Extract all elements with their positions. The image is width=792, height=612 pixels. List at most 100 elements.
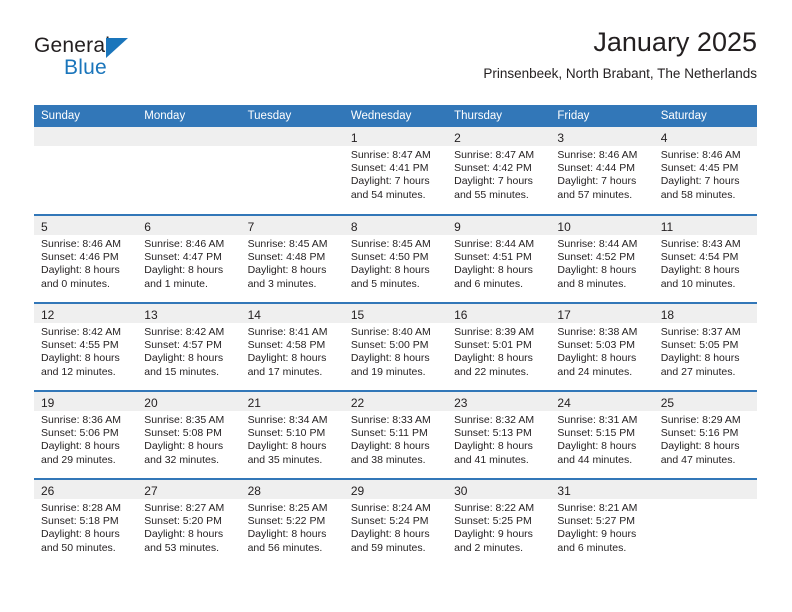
day-details: Sunrise: 8:22 AM Sunset: 5:25 PM Daylight:… [447,499,550,555]
day-cell-inner: 9 Sunrise: 8:44 AM Sunset: 4:51 PM Daylight… [447,216,551,302]
daylight-text-line1: Daylight: 8 hours [41,264,120,277]
sunset-text: Sunset: 5:15 PM [557,427,636,440]
calendar-day-cell[interactable]: 18 Sunrise: 8:37 AM Sunset: 5:05 PM Dayligh… [653,302,757,391]
day-number-band: 29 [343,480,448,499]
sunrise-text: Sunrise: 8:47 AM [454,149,535,161]
calendar-day-cell[interactable]: 7 Sunrise: 8:45 AM Sunset: 4:48 PM Daylight… [240,214,344,303]
calendar-day-cell[interactable]: 12 Sunrise: 8:42 AM Sunset: 4:55 PM Dayligh… [34,302,138,391]
calendar-day-cell[interactable]: 13 Sunrise: 8:42 AM Sunset: 4:57 PM Dayligh… [137,302,241,391]
daylight-text-line2: and 32 minutes. [144,453,219,466]
calendar-day-cell[interactable]: 16 Sunrise: 8:39 AM Sunset: 5:01 PM Dayligh… [447,302,551,391]
sunset-text: Sunset: 5:25 PM [454,515,532,528]
calendar-day-cell[interactable]: 11 Sunrise: 8:43 AM Sunset: 4:54 PM Dayligh… [653,214,757,303]
daylight-text-line2: and 24 minutes. [557,365,633,378]
day-cell-inner: 7 Sunrise: 8:45 AM Sunset: 4:48 PM Daylight… [240,216,344,302]
calendar-day-cell[interactable]: 24 Sunrise: 8:31 AM Sunset: 5:15 PM Dayligh… [550,390,654,479]
day-number: 5 [41,220,48,234]
calendar-day-cell[interactable]: 8 Sunrise: 8:45 AM Sunset: 4:50 PM Daylight… [343,214,448,303]
day-number: 9 [454,220,461,234]
calendar-day-cell[interactable]: 5 Sunrise: 8:46 AM Sunset: 4:46 PM Daylight… [34,214,138,303]
calendar-day-cell[interactable]: 21 Sunrise: 8:34 AM Sunset: 5:10 PM Dayligh… [240,390,344,479]
sunset-text: Sunset: 4:57 PM [144,339,222,352]
sunset-text: Sunset: 4:52 PM [557,251,636,264]
calendar-day-cell[interactable]: 1 Sunrise: 8:47 AM Sunset: 4:41 PM Daylight… [343,127,448,215]
calendar-day-cell[interactable]: 17 Sunrise: 8:38 AM Sunset: 5:03 PM Dayligh… [550,302,654,391]
sunrise-text: Sunrise: 8:46 AM [557,149,638,161]
day-cell-inner: 5 Sunrise: 8:46 AM Sunset: 4:46 PM Daylight… [34,216,138,302]
day-cell-inner: 10 Sunrise: 8:44 AM Sunset: 4:52 PM Dayligh… [550,216,654,302]
day-number: 18 [660,308,675,322]
calendar-day-cell[interactable]: 27 Sunrise: 8:27 AM Sunset: 5:20 PM Dayligh… [137,478,241,567]
calendar-day-cell[interactable]: 29 Sunrise: 8:24 AM Sunset: 5:24 PM Dayligh… [343,478,448,567]
day-number: 20 [144,396,158,410]
calendar-day-cell[interactable]: 30 Sunrise: 8:22 AM Sunset: 5:25 PM Dayligh… [447,478,551,567]
calendar-day-cell[interactable]: 6 Sunrise: 8:46 AM Sunset: 4:47 PM Daylight… [137,214,241,303]
day-number-band [240,127,344,146]
sunrise-text: Sunrise: 8:32 AM [454,414,535,426]
page-title: January 2025 [593,27,757,57]
day-cell-inner: 21 Sunrise: 8:34 AM Sunset: 5:10 PM Dayligh… [240,392,344,478]
day-number-band: 16 [447,304,551,323]
sunrise-text: Sunrise: 8:38 AM [557,326,638,338]
logo-text-general: General [34,34,111,57]
sunrise-text: Sunrise: 8:46 AM [41,238,121,250]
calendar-day-cell[interactable]: 3 Sunrise: 8:46 AM Sunset: 4:44 PM Daylight… [550,127,654,215]
daylight-text-line2: and 3 minutes. [247,277,317,290]
day-details: Sunrise: 8:38 AM Sunset: 5:03 PM Daylight:… [550,323,653,379]
calendar-day-cell[interactable]: 19 Sunrise: 8:36 AM Sunset: 5:06 PM Dayligh… [34,390,138,479]
daylight-text-line1: Daylight: 8 hours [247,528,327,541]
day-details: Sunrise: 8:46 AM Sunset: 4:44 PM Daylight:… [550,146,653,202]
daylight-text-line2: and 29 minutes. [41,453,116,466]
daylight-text-line1: Daylight: 9 hours [454,528,533,541]
calendar-day-cell[interactable]: 9 Sunrise: 8:44 AM Sunset: 4:51 PM Daylight… [447,214,551,303]
sunset-text: Sunset: 5:18 PM [41,515,119,528]
sunrise-text: Sunrise: 8:29 AM [660,414,741,426]
sunrise-text: Sunrise: 8:46 AM [660,149,741,161]
sunrise-text: Sunrise: 8:34 AM [247,414,328,426]
sunset-text: Sunset: 5:13 PM [454,427,532,440]
sunset-text: Sunset: 5:22 PM [247,515,326,528]
day-number-band: 14 [240,304,344,323]
daylight-text-line2: and 27 minutes. [660,365,736,378]
daylight-text-line2: and 59 minutes. [350,541,426,554]
calendar-day-cell[interactable]: 20 Sunrise: 8:35 AM Sunset: 5:08 PM Dayligh… [137,390,241,479]
calendar-day-cell[interactable]: 25 Sunrise: 8:29 AM Sunset: 5:16 PM Dayligh… [653,390,757,479]
triangle-icon [106,38,128,58]
day-details: Sunrise: 8:35 AM Sunset: 5:08 PM Daylight:… [137,411,240,467]
calendar-day-cell[interactable]: 10 Sunrise: 8:44 AM Sunset: 4:52 PM Dayligh… [550,214,654,303]
sunset-text: Sunset: 5:20 PM [144,515,222,528]
day-cell-inner: 30 Sunrise: 8:22 AM Sunset: 5:25 PM Dayligh… [447,480,551,567]
calendar-week-row: 12 Sunrise: 8:42 AM Sunset: 4:55 PM Dayligh… [34,302,757,391]
day-number-band: 3 [550,127,654,146]
day-details: Sunrise: 8:46 AM Sunset: 4:45 PM Daylight:… [654,146,757,202]
page-subtitle: Prinsenbeek, North Brabant, The Netherla… [483,66,757,81]
calendar-day-cell[interactable]: 26 Sunrise: 8:28 AM Sunset: 5:18 PM Dayligh… [34,478,138,567]
calendar-empty-cell [653,478,757,567]
calendar-day-cell[interactable]: 22 Sunrise: 8:33 AM Sunset: 5:11 PM Dayligh… [343,390,448,479]
day-details: Sunrise: 8:33 AM Sunset: 5:11 PM Daylight:… [344,411,447,467]
day-cell-inner: 20 Sunrise: 8:35 AM Sunset: 5:08 PM Dayligh… [137,392,241,478]
calendar-day-cell[interactable]: 2 Sunrise: 8:47 AM Sunset: 4:42 PM Daylight… [447,127,551,215]
daylight-text-line1: Daylight: 8 hours [144,352,224,365]
daylight-text-line2: and 54 minutes. [350,188,426,201]
calendar-day-cell[interactable]: 4 Sunrise: 8:46 AM Sunset: 4:45 PM Daylight… [653,127,757,215]
generalblue-logo[interactable]: General Blue [34,34,164,86]
day-number-band [653,480,757,499]
day-number-band: 17 [550,304,654,323]
calendar-day-cell[interactable]: 15 Sunrise: 8:40 AM Sunset: 5:00 PM Dayligh… [343,302,448,391]
calendar-empty-cell [137,127,241,215]
daylight-text-line1: Daylight: 8 hours [557,352,637,365]
day-cell-inner: 27 Sunrise: 8:27 AM Sunset: 5:20 PM Dayligh… [137,480,241,567]
day-number-band: 31 [550,480,654,499]
daylight-text-line1: Daylight: 8 hours [144,440,224,453]
day-details: Sunrise: 8:24 AM Sunset: 5:24 PM Daylight:… [344,499,447,555]
daylight-text-line1: Daylight: 8 hours [660,264,740,277]
calendar-day-cell[interactable]: 14 Sunrise: 8:41 AM Sunset: 4:58 PM Dayligh… [240,302,344,391]
calendar-day-cell[interactable]: 28 Sunrise: 8:25 AM Sunset: 5:22 PM Dayligh… [240,478,344,567]
calendar-day-cell[interactable]: 23 Sunrise: 8:32 AM Sunset: 5:13 PM Dayligh… [447,390,551,479]
day-number: 31 [557,484,571,498]
calendar-day-cell[interactable]: 31 Sunrise: 8:21 AM Sunset: 5:27 PM Dayligh… [550,478,654,567]
day-details: Sunrise: 8:42 AM Sunset: 4:55 PM Daylight:… [34,323,137,379]
sunrise-text: Sunrise: 8:28 AM [41,502,121,514]
day-number-band: 8 [343,216,448,235]
